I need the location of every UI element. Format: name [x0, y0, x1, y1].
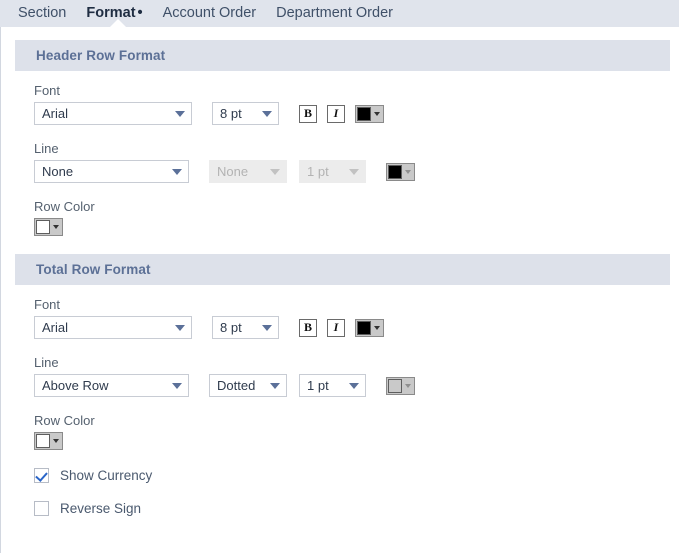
chevron-down-icon [349, 168, 359, 175]
chevron-down-icon [53, 225, 59, 229]
bold-icon: B [303, 106, 312, 120]
tab-account-order-label: Account Order [162, 5, 257, 21]
header-row-color-button[interactable] [34, 218, 63, 236]
total-font-size-select[interactable]: 8 pt [212, 316, 279, 339]
header-font-label: Font [34, 83, 61, 98]
header-line-style-select: None [209, 160, 287, 183]
total-bold-button[interactable]: B [299, 318, 317, 337]
header-font-row: Arial 8 pt B I [34, 102, 679, 125]
header-italic-button[interactable]: I [327, 104, 345, 123]
tab-bar: Section Format • Account Order Department… [0, 0, 679, 28]
chevron-down-icon [405, 383, 411, 388]
chevron-down-icon [349, 382, 359, 389]
section-title: Total Row Format [36, 262, 151, 277]
show-currency-label: Show Currency [60, 468, 153, 483]
header-bold-button[interactable]: B [299, 104, 317, 123]
color-swatch-icon [388, 378, 402, 393]
header-line-style-value: None [217, 164, 249, 179]
reverse-sign-label: Reverse Sign [60, 501, 142, 516]
header-font-size-value: 8 pt [220, 106, 242, 121]
chevron-down-icon [270, 382, 280, 389]
total-line-row: Above Row Dotted 1 pt [34, 374, 679, 397]
total-font-family-select[interactable]: Arial [34, 316, 192, 339]
bold-icon: B [303, 320, 312, 334]
header-line-weight-select: 1 pt [299, 160, 366, 183]
section-header-total-row-format: Total Row Format [15, 254, 670, 285]
format-panel: Header Row Format Font Arial 8 pt B I Li… [0, 27, 679, 553]
total-line-position-select[interactable]: Above Row [34, 374, 189, 397]
tab-section-label: Section [18, 5, 67, 21]
total-line-weight-select[interactable]: 1 pt [299, 374, 366, 397]
header-line-weight-value: 1 pt [307, 164, 329, 179]
total-italic-button[interactable]: I [327, 318, 345, 337]
chevron-down-icon [374, 325, 380, 330]
total-line-position-value: Above Row [42, 378, 109, 393]
total-line-style-select[interactable]: Dotted [209, 374, 287, 397]
header-line-label: Line [34, 141, 59, 156]
chevron-down-icon [175, 324, 185, 331]
chevron-down-icon [374, 111, 380, 116]
tab-section[interactable]: Section [8, 0, 76, 27]
total-row-color-button[interactable] [34, 432, 63, 450]
total-line-label: Line [34, 355, 59, 370]
italic-icon: I [333, 106, 339, 120]
chevron-down-icon [405, 169, 411, 174]
total-font-color-button[interactable] [355, 318, 384, 337]
total-line-color-button[interactable] [386, 376, 415, 395]
header-font-color-button[interactable] [355, 104, 384, 123]
header-font-size-select[interactable]: 8 pt [212, 102, 279, 125]
total-font-size-value: 8 pt [220, 320, 242, 335]
total-line-style-value: Dotted [217, 378, 256, 393]
tab-department-order[interactable]: Department Order [266, 0, 403, 27]
tab-format-marker-dot: • [137, 5, 143, 21]
reverse-sign-checkbox[interactable] [34, 501, 49, 516]
color-swatch-icon [36, 434, 50, 448]
header-line-color-button[interactable] [386, 162, 415, 181]
chevron-down-icon [270, 168, 280, 175]
total-font-family-value: Arial [42, 320, 69, 335]
header-row-format-fields: Font Arial 8 pt B I Line None None 1 pt … [1, 71, 679, 236]
show-currency-checkbox[interactable] [34, 468, 49, 483]
chevron-down-icon [172, 168, 182, 175]
section-header-header-row-format: Header Row Format [15, 40, 670, 71]
reverse-sign-option[interactable]: Reverse Sign [1, 501, 679, 516]
chevron-down-icon [262, 110, 272, 117]
total-font-row: Arial 8 pt B I [34, 316, 679, 339]
total-row-color-row [34, 432, 679, 450]
section-title: Header Row Format [36, 48, 166, 63]
color-swatch-icon [36, 220, 50, 234]
color-swatch-icon [388, 164, 402, 179]
header-line-row: None None 1 pt [34, 160, 679, 183]
italic-icon: I [333, 320, 339, 334]
total-row-color-label: Row Color [34, 413, 95, 428]
header-font-family-select[interactable]: Arial [34, 102, 192, 125]
tab-account-order[interactable]: Account Order [153, 0, 267, 27]
header-font-family-value: Arial [42, 106, 69, 121]
chevron-down-icon [172, 382, 182, 389]
header-line-position-value: None [42, 164, 74, 179]
show-currency-option[interactable]: Show Currency [1, 468, 679, 483]
header-row-color-label: Row Color [34, 199, 95, 214]
color-swatch-icon [357, 106, 371, 121]
tab-department-order-label: Department Order [276, 5, 393, 21]
header-line-position-select[interactable]: None [34, 160, 189, 183]
color-swatch-icon [357, 320, 371, 335]
chevron-down-icon [175, 110, 185, 117]
chevron-down-icon [53, 439, 59, 443]
total-font-label: Font [34, 297, 61, 312]
total-line-weight-value: 1 pt [307, 378, 329, 393]
total-row-format-fields: Font Arial 8 pt B I Line Above Row Dotte… [1, 285, 679, 450]
header-row-color-row [34, 218, 679, 236]
chevron-down-icon [262, 324, 272, 331]
